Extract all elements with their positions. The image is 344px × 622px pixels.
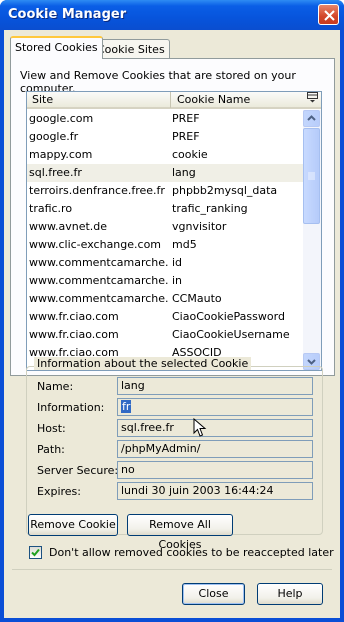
reaccept-checkbox[interactable]	[29, 546, 42, 559]
cookie-site-cell: www.commentcamarche.net	[29, 256, 169, 269]
dialog-body: Stored Cookies Cookie Sites View and Rem…	[4, 30, 340, 618]
mouse-pointer-icon	[193, 418, 207, 437]
cookie-site-cell: google.com	[29, 112, 94, 125]
cookie-site-cell: terroirs.denfrance.free.fr	[29, 184, 165, 197]
remove-all-cookies-button[interactable]: Remove All Cookies	[127, 514, 233, 551]
cookie-name-cell: trafic_ranking	[172, 202, 248, 215]
cookie-name-cell: id	[172, 256, 183, 269]
remove-cookie-button[interactable]: Remove Cookie	[28, 514, 118, 536]
cookie-name-cell: CiaoCookiePassword	[172, 310, 285, 323]
scroll-up-button[interactable]	[303, 110, 320, 127]
help-button[interactable]: Help	[257, 583, 323, 605]
cookie-name-cell: md5	[172, 238, 197, 251]
cookie-list[interactable]: Site Cookie Name google.com PREF google.fr…	[26, 91, 322, 371]
cookie-name-cell: PREF	[172, 112, 200, 125]
close-button[interactable]: Close	[182, 583, 245, 605]
tab-cookie-sites[interactable]: Cookie Sites	[92, 39, 170, 60]
close-window-button[interactable]	[318, 4, 339, 25]
path-label: Path:	[37, 443, 65, 456]
cookie-row[interactable]: mappy.com cookie	[27, 146, 303, 164]
name-field[interactable]: lang	[117, 377, 313, 395]
cookie-name-cell: in	[172, 274, 183, 287]
cookie-name-cell: cookie	[172, 148, 208, 161]
cookie-name-cell: phpbb2mysql_data	[172, 184, 278, 197]
column-header-site[interactable]: Site	[27, 92, 171, 108]
chevron-up-icon	[307, 115, 316, 121]
expires-label: Expires:	[37, 485, 81, 498]
close-x-icon	[324, 10, 335, 21]
cookie-site-cell: google.fr	[29, 130, 79, 143]
list-scrollbar[interactable]	[303, 110, 321, 370]
footer-separator	[12, 569, 332, 570]
column-picker-icon[interactable]	[304, 92, 321, 108]
cookie-row[interactable]: sql.free.fr lang	[27, 164, 303, 182]
host-field[interactable]: sql.free.fr	[117, 419, 313, 437]
cookie-row[interactable]: www.commentcamarche.netCCMauto	[27, 290, 303, 308]
path-field[interactable]: /phpMyAdmin/	[117, 440, 313, 458]
cookie-name-cell: CiaoCookieUsername	[172, 328, 290, 341]
cookie-site-cell: sql.free.fr	[29, 166, 82, 179]
cookie-name-cell: vgnvisitor	[172, 220, 227, 233]
title-bar[interactable]: Cookie Manager	[0, 0, 344, 30]
cookie-site-cell: www.commentcamarche.net	[29, 292, 169, 305]
cookie-row[interactable]: www.fr.ciao.com CiaoCookieUsername	[27, 326, 303, 344]
cookie-site-cell: www.fr.ciao.com	[29, 328, 119, 341]
cookie-manager-window: Cookie Manager Stored Cookies Cookie Sit…	[0, 0, 344, 622]
cookie-row[interactable]: google.com PREF	[27, 110, 303, 128]
cookie-site-cell: www.avnet.de	[29, 220, 108, 233]
column-header-cookie-name[interactable]: Cookie Name	[172, 92, 302, 108]
cookie-site-cell: www.commentcamarche.net	[29, 274, 169, 287]
grip-icon	[308, 172, 315, 180]
cookie-row[interactable]: www.fr.ciao.com CiaoCookiePassword	[27, 308, 303, 326]
cookie-site-cell: trafic.ro	[29, 202, 73, 215]
server-secure-label: Server Secure:	[37, 464, 119, 477]
cookie-row[interactable]: www.commentcamarche.netin	[27, 272, 303, 290]
expires-field[interactable]: lundi 30 juin 2003 16:44:24	[117, 482, 313, 500]
information-value: fr	[121, 400, 132, 413]
information-label: Information:	[37, 401, 105, 414]
information-field[interactable]: fr	[117, 398, 313, 416]
cookie-row[interactable]: terroirs.denfrance.free.fr phpbb2mysql_da…	[27, 182, 303, 200]
host-label: Host:	[37, 422, 66, 435]
cookie-site-cell: www.clic-exchange.com	[29, 238, 162, 251]
cookie-name-cell: lang	[172, 166, 196, 179]
cookie-name-cell: PREF	[172, 130, 200, 143]
cookie-row[interactable]: google.fr PREF	[27, 128, 303, 146]
server-secure-field[interactable]: no	[117, 461, 313, 479]
list-header: Site Cookie Name	[27, 92, 321, 109]
cookie-row[interactable]: www.clic-exchange.com md5	[27, 236, 303, 254]
tab-stored-cookies[interactable]: Stored Cookies	[10, 36, 103, 59]
cookie-name-cell: CCMauto	[172, 292, 222, 305]
window-title: Cookie Manager	[8, 7, 127, 22]
cookie-row[interactable]: www.commentcamarche.netid	[27, 254, 303, 272]
cookie-row[interactable]: www.avnet.de vgnvisitor	[27, 218, 303, 236]
cookie-site-cell: mappy.com	[29, 148, 93, 161]
cookie-rows: google.com PREF google.fr PREF mappy.com cook…	[27, 110, 303, 370]
cookie-row[interactable]: trafic.ro trafic_ranking	[27, 200, 303, 218]
scroll-thumb[interactable]	[303, 128, 320, 224]
name-label: Name:	[37, 380, 74, 393]
cookie-site-cell: www.fr.ciao.com	[29, 310, 119, 323]
checkmark-icon	[31, 548, 40, 557]
cookie-info-legend: Information about the selected Cookie	[34, 357, 252, 370]
reaccept-checkbox-label: Don't allow removed cookies to be reacce…	[49, 546, 334, 559]
